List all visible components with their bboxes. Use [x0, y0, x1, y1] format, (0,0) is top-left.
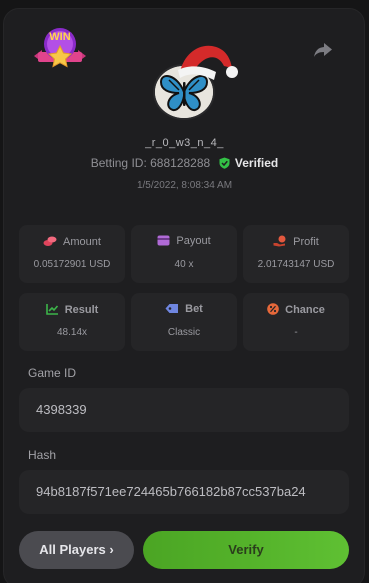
stat-result-value: 48.14x	[56, 327, 88, 338]
stat-bet-label: Bet	[185, 303, 203, 315]
stat-amount-label: Amount	[63, 236, 101, 248]
coins-icon	[43, 236, 57, 246]
bet-timestamp: 1/5/2022, 8:08:34 AM	[136, 180, 233, 191]
stat-amount-label-row: Amount	[19, 235, 125, 248]
betting-id-value: 688128288	[150, 156, 211, 170]
stat-bet-label-row: Bet	[131, 303, 237, 315]
hash-field[interactable]: 94b8187f571ee724465b766182b87cc537ba24	[19, 470, 349, 514]
stat-profit-value: 2.01743147 USD	[257, 259, 335, 270]
wallet-icon	[157, 235, 170, 246]
verified-shield-icon	[219, 157, 230, 172]
verify-label: Verify	[228, 542, 264, 557]
stat-chance-value: -	[294, 327, 298, 338]
hash-label: Hash	[28, 448, 57, 462]
win-badge-text: WIN	[49, 31, 70, 43]
chevron-right-icon: ›	[109, 542, 114, 557]
stat-result: Result 48.14x	[19, 293, 125, 351]
stat-payout-value: 40 x	[174, 259, 194, 270]
stat-profit: Profit 2.01743147 USD	[243, 225, 349, 283]
stat-payout-label-row: Payout	[131, 235, 237, 247]
hand-coin-icon	[273, 235, 286, 247]
percent-icon	[267, 303, 279, 315]
stat-chance-label-row: Chance	[243, 303, 349, 316]
tag-icon	[165, 304, 179, 313]
username: _r_0_w3_n_4_	[145, 137, 224, 149]
verify-button[interactable]: Verify	[143, 531, 349, 569]
stat-chance: Chance -	[243, 293, 349, 351]
avatar	[150, 42, 242, 124]
betting-id-label: Betting ID:	[90, 156, 147, 170]
stat-payout-label: Payout	[176, 235, 211, 247]
stat-amount-value: 0.05172901 USD	[33, 259, 111, 270]
stat-bet: Bet Classic	[131, 293, 237, 351]
stat-profit-label: Profit	[293, 236, 319, 248]
verified-label: Verified	[234, 156, 279, 170]
all-players-button[interactable]: All Players ›	[19, 531, 134, 569]
stat-profit-label-row: Profit	[243, 235, 349, 248]
game-id-label: Game ID	[28, 366, 77, 380]
stat-result-label-row: Result	[19, 303, 125, 316]
stat-chance-label: Chance	[285, 304, 325, 316]
betting-id-row: Betting ID: 688128288 Verified	[0, 156, 369, 172]
chart-up-icon	[45, 304, 58, 315]
stat-bet-value: Classic	[167, 327, 201, 338]
win-badge: WIN	[28, 26, 92, 74]
all-players-label: All Players	[39, 542, 106, 557]
game-id-field[interactable]: 4398339	[19, 388, 349, 432]
stat-amount: Amount 0.05172901 USD	[19, 225, 125, 283]
santa-hat-icon	[174, 42, 240, 84]
stat-result-label: Result	[64, 304, 99, 316]
share-icon[interactable]	[312, 40, 334, 60]
stat-payout: Payout 40 x	[131, 225, 237, 283]
